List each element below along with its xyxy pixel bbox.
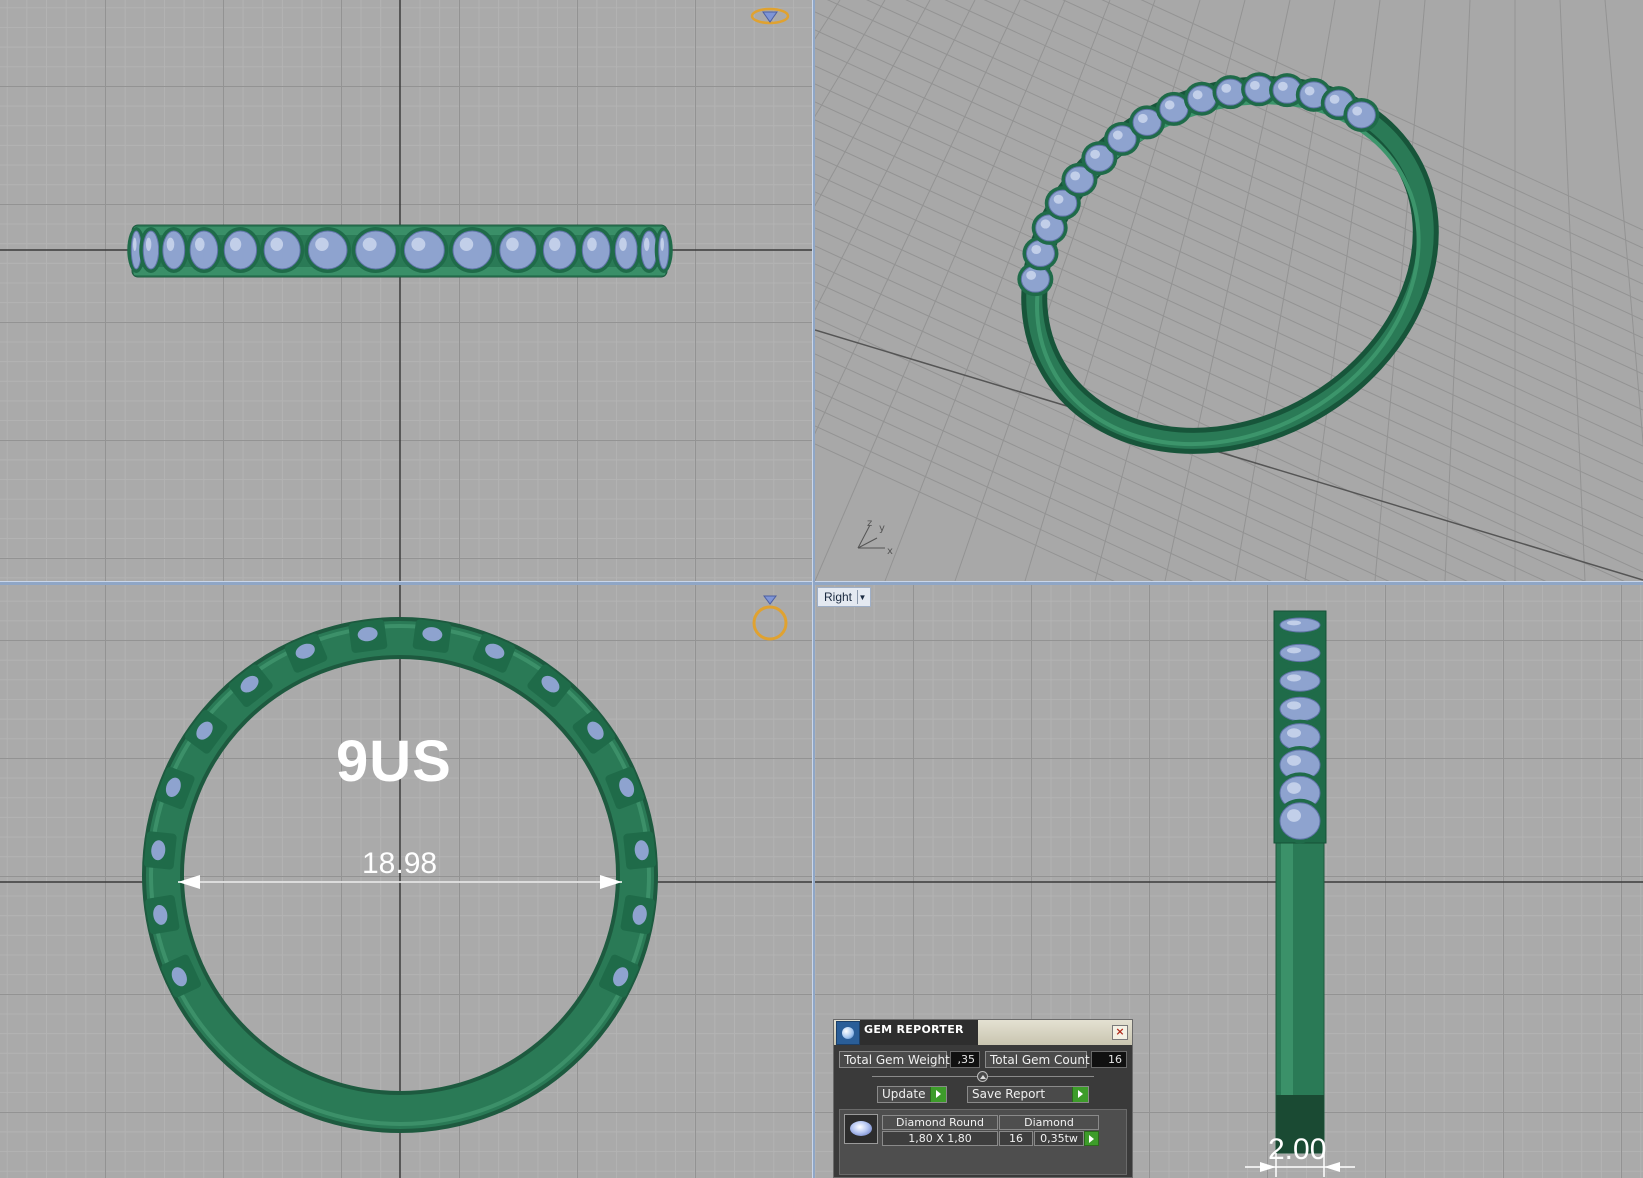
chevron-down-icon[interactable]: ▼ — [857, 590, 867, 604]
gem — [143, 831, 177, 870]
gem-reporter-title: GEM REPORTER — [860, 1020, 978, 1045]
update-button-label: Update — [882, 1087, 926, 1101]
gem-list: Diamond Round Diamond 1,80 X 1,80 16 0,3… — [839, 1109, 1127, 1175]
gem-weight-cell: 0,35tw — [1034, 1131, 1084, 1146]
gem — [220, 227, 261, 273]
gem — [145, 894, 180, 935]
gem — [158, 227, 189, 273]
diameter-value: 18.98 — [362, 847, 438, 880]
gem-reporter-dialog: GEM REPORTER × Total Gem Weight ,35 Tota… — [833, 1019, 1133, 1178]
gem — [304, 227, 352, 273]
save-report-button[interactable]: Save Report — [967, 1086, 1089, 1103]
gem — [654, 227, 673, 273]
collapse-handle-icon[interactable] — [977, 1071, 988, 1082]
gem — [1276, 614, 1324, 636]
gem — [495, 227, 540, 273]
gem — [620, 894, 655, 935]
viewport-name: Right — [824, 590, 853, 604]
viewport-perspective[interactable]: x z y — [815, 0, 1643, 581]
axis-z-label: z — [867, 518, 872, 529]
gem — [1276, 666, 1324, 696]
gem — [539, 227, 580, 273]
ring-top-icon — [750, 7, 790, 25]
ring-size-label: 9US — [336, 729, 452, 794]
viewport-separator-vertical[interactable] — [812, 0, 815, 1178]
play-icon — [930, 1087, 946, 1102]
gem-row-perspective — [1017, 72, 1380, 297]
gem-reporter-logo-icon — [836, 1020, 860, 1045]
save-report-button-label: Save Report — [972, 1087, 1046, 1101]
top-view-canvas — [0, 0, 812, 581]
total-gem-weight-label: Total Gem Weight — [839, 1051, 950, 1068]
gem-reporter-titlebar[interactable]: GEM REPORTER × — [834, 1020, 1132, 1045]
viewport-front[interactable]: 9US 18.98 — [0, 585, 812, 1178]
viewport-top[interactable] — [0, 0, 812, 581]
gem — [611, 227, 642, 273]
gem — [448, 227, 496, 273]
gem-size-cell: 1,80 X 1,80 — [882, 1131, 998, 1146]
gem — [400, 227, 449, 273]
diamond-round-icon[interactable] — [844, 1114, 878, 1144]
band-width-value: 2.00 — [1268, 1133, 1327, 1166]
viewport-name-dropdown[interactable]: Right ▼ — [817, 587, 872, 607]
gem — [348, 619, 388, 653]
gem-material-header: Diamond — [999, 1115, 1099, 1130]
gem-count-cell: 16 — [999, 1131, 1033, 1146]
gem — [623, 831, 657, 870]
axis-x-label: x — [887, 546, 893, 557]
gem — [1276, 640, 1324, 666]
close-icon[interactable]: × — [1112, 1025, 1128, 1040]
gem — [578, 227, 614, 273]
perspective-view-canvas: x z y — [815, 0, 1643, 581]
gem — [186, 227, 222, 273]
ring-front-icon — [752, 595, 788, 641]
total-gem-weight-value: ,35 — [950, 1051, 980, 1068]
play-icon[interactable] — [1084, 1131, 1099, 1146]
total-gem-count-value: 16 — [1091, 1051, 1127, 1068]
gem — [1276, 798, 1324, 844]
play-icon — [1072, 1087, 1088, 1102]
axis-y-label: y — [879, 523, 885, 534]
total-gem-count-label: Total Gem Count — [985, 1051, 1090, 1068]
gem — [412, 619, 452, 653]
gem — [351, 227, 400, 273]
viewport-separator-horizontal[interactable] — [0, 581, 1643, 585]
front-view-canvas — [0, 585, 812, 1178]
update-button[interactable]: Update — [877, 1086, 947, 1103]
gem — [260, 227, 305, 273]
gem-shape-header: Diamond Round — [882, 1115, 998, 1130]
gem-row-right — [1276, 614, 1324, 844]
gem — [1343, 97, 1380, 132]
